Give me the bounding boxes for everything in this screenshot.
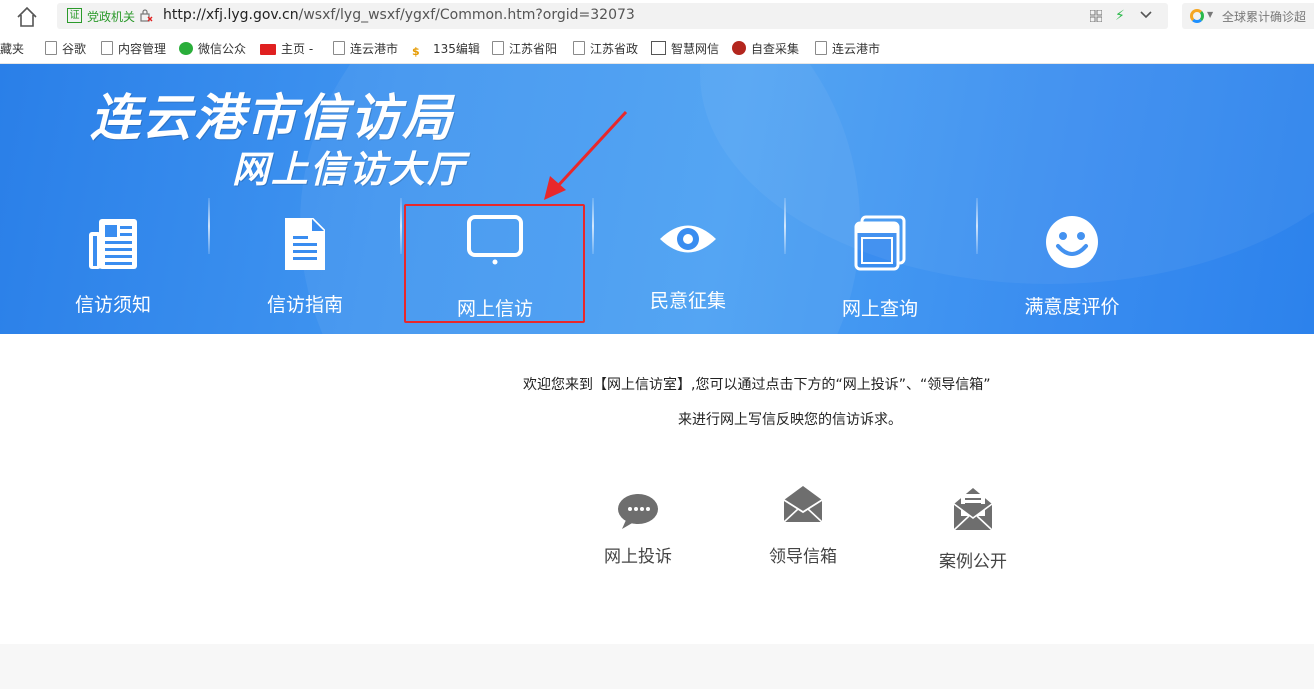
search-engine-logo-icon [1190, 9, 1204, 23]
nav-divider [400, 198, 402, 254]
site-title: 连云港市信访局 [90, 89, 454, 147]
zhihui-icon [651, 41, 666, 55]
bookmark-jiangsu-1[interactable]: 江苏省阳 [492, 40, 557, 56]
page-icon [573, 41, 585, 55]
bookmark-jiangsu-2[interactable]: 江苏省政 [573, 40, 638, 56]
page-icon [101, 41, 113, 55]
document-icon [285, 218, 325, 270]
135-icon: $ [412, 45, 420, 58]
insecure-lock-icon [140, 9, 153, 22]
smiley-icon [1046, 216, 1098, 268]
page-icon [333, 41, 345, 55]
bookmark-135[interactable]: $135编辑 [412, 40, 480, 58]
main-content: 欢迎您来到【网上信访室】,您可以通过点击下方的“网上投诉”、“领导信箱” 来进行… [0, 334, 1314, 644]
page-icon [492, 41, 504, 55]
nav-minyi-zhengji[interactable]: 民意征集 [608, 204, 768, 324]
nav-label: 满意度评价 [1024, 296, 1120, 318]
nav-divider [976, 198, 978, 254]
browser-address-row: 证 党政机关 http://xfj.lyg.gov.cn/wsxf/lyg_ws… [0, 0, 1314, 34]
page-icon [815, 41, 827, 55]
nav-label: 民意征集 [649, 290, 726, 312]
nav-manyidu-pingjia[interactable]: 满意度评价 [992, 204, 1152, 324]
bookmark-favorites[interactable]: 收藏夹 [0, 40, 24, 56]
nav-xinfang-xuzhi[interactable]: 信访须知 [33, 204, 193, 324]
search-suggestion[interactable]: 全球累计确诊超 [1222, 8, 1306, 25]
action-label: 网上投诉 [604, 547, 672, 567]
online-complaint-button[interactable]: 网上投诉 [583, 489, 693, 569]
police-badge-icon [732, 41, 746, 55]
bookmark-google[interactable]: 谷歌 [45, 40, 86, 56]
bookmarks-bar: 收藏夹 谷歌 内容管理 微信公众 主页 - 连云港市 $135编辑 江苏省阳 江… [0, 34, 1314, 64]
site-subtitle: 网上信访大厅 [232, 148, 466, 191]
annotation-arrow-icon [544, 110, 628, 200]
bookmark-cms[interactable]: 内容管理 [101, 40, 166, 56]
nav-label: 网上查询 [841, 298, 918, 320]
bookmark-wechat[interactable]: 微信公众 [179, 40, 246, 56]
address-bar[interactable]: 证 党政机关 http://xfj.lyg.gov.cn/wsxf/lyg_ws… [57, 3, 1168, 29]
url-text[interactable]: http://xfj.lyg.gov.cn/wsxf/lyg_wsxf/ygxf… [163, 7, 635, 23]
wechat-icon [179, 42, 193, 55]
open-mail-icon [953, 488, 993, 531]
bookmark-lyg-2[interactable]: 连云港市 [815, 40, 880, 56]
annotation-highlight-box [404, 204, 585, 323]
newspaper-icon [89, 219, 137, 269]
certificate-label: 党政机关 [87, 10, 136, 24]
nav-wangshang-chaxun[interactable]: 网上查询 [800, 204, 960, 324]
envelope-icon [783, 486, 823, 523]
welcome-text-line-2: 来进行网上写信反映您的信访诉求。 [678, 412, 902, 428]
caret-down-icon[interactable]: ▼ [1207, 10, 1213, 19]
bookmark-home[interactable]: 主页 - [260, 40, 313, 56]
page-icon [45, 41, 57, 55]
nav-label: 信访指南 [266, 294, 343, 316]
case-disclosure-button[interactable]: 案例公开 [918, 484, 1028, 572]
eye-icon [660, 225, 716, 253]
footer-band [0, 644, 1314, 689]
bookmark-zicha[interactable]: 自查采集 [732, 40, 799, 56]
window-stack-icon [854, 215, 906, 271]
nav-divider [208, 198, 210, 254]
action-label: 领导信箱 [769, 547, 837, 567]
welcome-text-line-1: 欢迎您来到【网上信访室】,您可以通过点击下方的“网上投诉”、“领导信箱” [523, 377, 991, 393]
nav-xinfang-zhinan[interactable]: 信访指南 [225, 204, 385, 324]
qr-grid-icon[interactable] [1090, 10, 1102, 22]
leader-mailbox-button[interactable]: 领导信箱 [748, 484, 858, 567]
home-icon[interactable] [14, 5, 40, 29]
nav-divider [784, 198, 786, 254]
chevron-down-icon[interactable] [1139, 9, 1153, 21]
certificate-icon: 证 [67, 8, 82, 23]
action-label: 案例公开 [939, 552, 1007, 572]
nav-label: 信访须知 [74, 294, 151, 316]
lightning-icon[interactable]: ⚡ [1115, 8, 1125, 24]
header-banner: 连云港市信访局 网上信访大厅 信访须知 信访指南 网上信访 民意征集 网上查询 … [0, 64, 1314, 334]
bookmark-zhihui[interactable]: 智慧网信 [651, 40, 719, 56]
chat-bubble-icon [618, 494, 658, 529]
bookmark-lyg-1[interactable]: 连云港市 [333, 40, 398, 56]
browser-search-box[interactable]: ▼ 全球累计确诊超 [1182, 3, 1314, 29]
toutiao-icon [260, 44, 276, 55]
